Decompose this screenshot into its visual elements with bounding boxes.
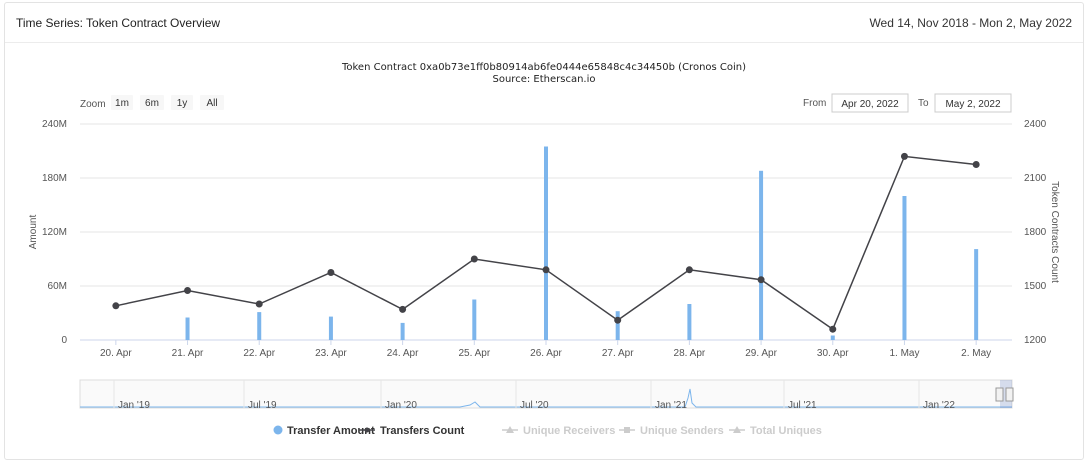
from-date-input[interactable]: Apr 20, 2022 xyxy=(831,93,909,113)
zoom-all-label: All xyxy=(206,98,217,109)
y-left-tick-label: 120M xyxy=(42,227,67,238)
line-point[interactable] xyxy=(327,269,335,276)
y-right-tick-label: 1500 xyxy=(1024,281,1047,292)
bar[interactable] xyxy=(472,299,477,341)
from-date-value: Apr 20, 2022 xyxy=(841,99,899,110)
zoom-6m-button[interactable]: 6m xyxy=(140,95,164,110)
x-tick-label: 25. Apr xyxy=(458,348,490,359)
y-left-tick-label: 180M xyxy=(42,173,67,184)
line-point[interactable] xyxy=(399,305,407,313)
line-point[interactable] xyxy=(685,266,693,274)
x-tick-label: 20. Apr xyxy=(100,348,132,359)
line-point[interactable] xyxy=(829,325,837,333)
y-right-tick-label: 2400 xyxy=(1024,119,1047,130)
legend-label: Unique Senders xyxy=(640,425,724,437)
navigator-label: Jan '22 xyxy=(923,400,955,411)
navigator-handle-right[interactable] xyxy=(1005,387,1014,402)
zoom-6m-label: 6m xyxy=(145,98,159,109)
to-date-value: May 2, 2022 xyxy=(945,99,1000,110)
legend-label: Transfer Amount xyxy=(287,425,375,437)
y-right-tick-label: 1800 xyxy=(1024,227,1047,238)
x-tick-label: 21. Apr xyxy=(172,348,204,359)
y-right-tick-label: 1200 xyxy=(1024,335,1047,346)
x-tick-label: 1. May xyxy=(889,348,919,359)
legend-item[interactable]: Transfer Amount xyxy=(273,425,375,437)
y-right-tick-label: 2100 xyxy=(1024,173,1047,184)
zoom-label: Zoom xyxy=(80,99,106,110)
x-tick-label: 29. Apr xyxy=(745,348,777,359)
line-point[interactable] xyxy=(900,152,908,160)
bar[interactable] xyxy=(400,322,405,340)
legend-item[interactable]: Transfers Count xyxy=(359,425,465,437)
y-axis-left-title: Amount xyxy=(28,215,39,250)
zoom-1y-button[interactable]: 1y xyxy=(171,95,193,110)
navigator-label: Jan '20 xyxy=(385,400,417,411)
navigator[interactable]: Jan '19 Jul '19 Jan '20 Jul '20 Jan '21 Jul '… xyxy=(79,379,1014,411)
bar[interactable] xyxy=(185,317,190,341)
navigator-handle-left[interactable] xyxy=(995,387,1004,402)
legend-item[interactable]: Total Uniques xyxy=(729,425,822,437)
x-axis: 20. Apr 21. Apr 22. Apr 23. Apr 24. Apr 25. A… xyxy=(100,340,991,359)
to-date-input[interactable]: May 2, 2022 xyxy=(934,93,1012,113)
zoom-all-button[interactable]: All xyxy=(200,95,224,110)
line-point[interactable] xyxy=(972,161,980,168)
bar[interactable] xyxy=(830,335,835,341)
x-tick-label: 23. Apr xyxy=(315,348,347,359)
navigator-label: Jul '20 xyxy=(520,400,549,411)
bar[interactable] xyxy=(974,249,979,340)
bar[interactable] xyxy=(328,316,333,340)
navigator-label: Jul '21 xyxy=(788,400,817,411)
bar[interactable] xyxy=(759,170,764,340)
legend-label: Transfers Count xyxy=(380,425,465,437)
chart-subtitle: Source: Etherscan.io xyxy=(493,74,596,85)
line-point[interactable] xyxy=(542,266,550,274)
bar[interactable] xyxy=(902,196,907,340)
line-point[interactable] xyxy=(255,300,263,308)
navigator-label: Jan '19 xyxy=(118,400,150,411)
bar[interactable] xyxy=(615,311,620,340)
y-left-tick-label: 240M xyxy=(42,119,67,130)
legend-item[interactable]: Unique Senders xyxy=(619,425,724,437)
x-tick-label: 24. Apr xyxy=(387,348,419,359)
x-tick-label: 30. Apr xyxy=(817,348,849,359)
y-left-tick-label: 0 xyxy=(61,335,67,346)
x-tick-label: 28. Apr xyxy=(674,348,706,359)
chart-svg: Token Contract 0xa0b73e1ff0b80914ab6fe04… xyxy=(28,62,1060,437)
zoom-1m-button[interactable]: 1m xyxy=(111,95,133,110)
navigator-label: Jan '21 xyxy=(655,400,687,411)
x-tick-label: 27. Apr xyxy=(602,348,634,359)
from-label: From xyxy=(803,98,826,109)
line-point[interactable] xyxy=(184,287,192,294)
line-point[interactable] xyxy=(112,302,120,310)
bar[interactable] xyxy=(257,312,262,340)
legend-item[interactable]: Unique Receivers xyxy=(502,425,615,437)
bar[interactable] xyxy=(687,304,692,340)
legend-symbol xyxy=(364,427,370,433)
legend-symbol xyxy=(624,427,630,433)
x-tick-label: 22. Apr xyxy=(243,348,275,359)
bar[interactable] xyxy=(544,146,548,341)
legend-symbol xyxy=(273,425,283,435)
x-tick-label: 26. Apr xyxy=(530,348,562,359)
y-axis-right-title: Token Contracts Count xyxy=(1049,181,1060,283)
navigator-label: Jul '19 xyxy=(248,400,277,411)
to-label: To xyxy=(918,98,929,109)
legend-label: Total Uniques xyxy=(750,425,822,437)
y-left-tick-label: 60M xyxy=(48,281,67,292)
zoom-1m-label: 1m xyxy=(115,98,129,109)
x-tick-label: 2. May xyxy=(961,348,991,359)
zoom-1y-label: 1y xyxy=(177,98,188,109)
line-point[interactable] xyxy=(614,316,622,324)
y-axis-right: 1200 1500 1800 2100 2400 xyxy=(1024,119,1047,346)
bar-series xyxy=(185,146,979,341)
y-axis-left: 0 60M 120M 180M 240M xyxy=(42,119,67,346)
legend: Transfer Amount Transfers Count Unique Rec… xyxy=(273,425,822,437)
line-point[interactable] xyxy=(757,276,765,284)
legend-label: Unique Receivers xyxy=(523,425,615,437)
chart-title: Token Contract 0xa0b73e1ff0b80914ab6fe04… xyxy=(341,62,746,73)
line-point[interactable] xyxy=(470,255,478,263)
